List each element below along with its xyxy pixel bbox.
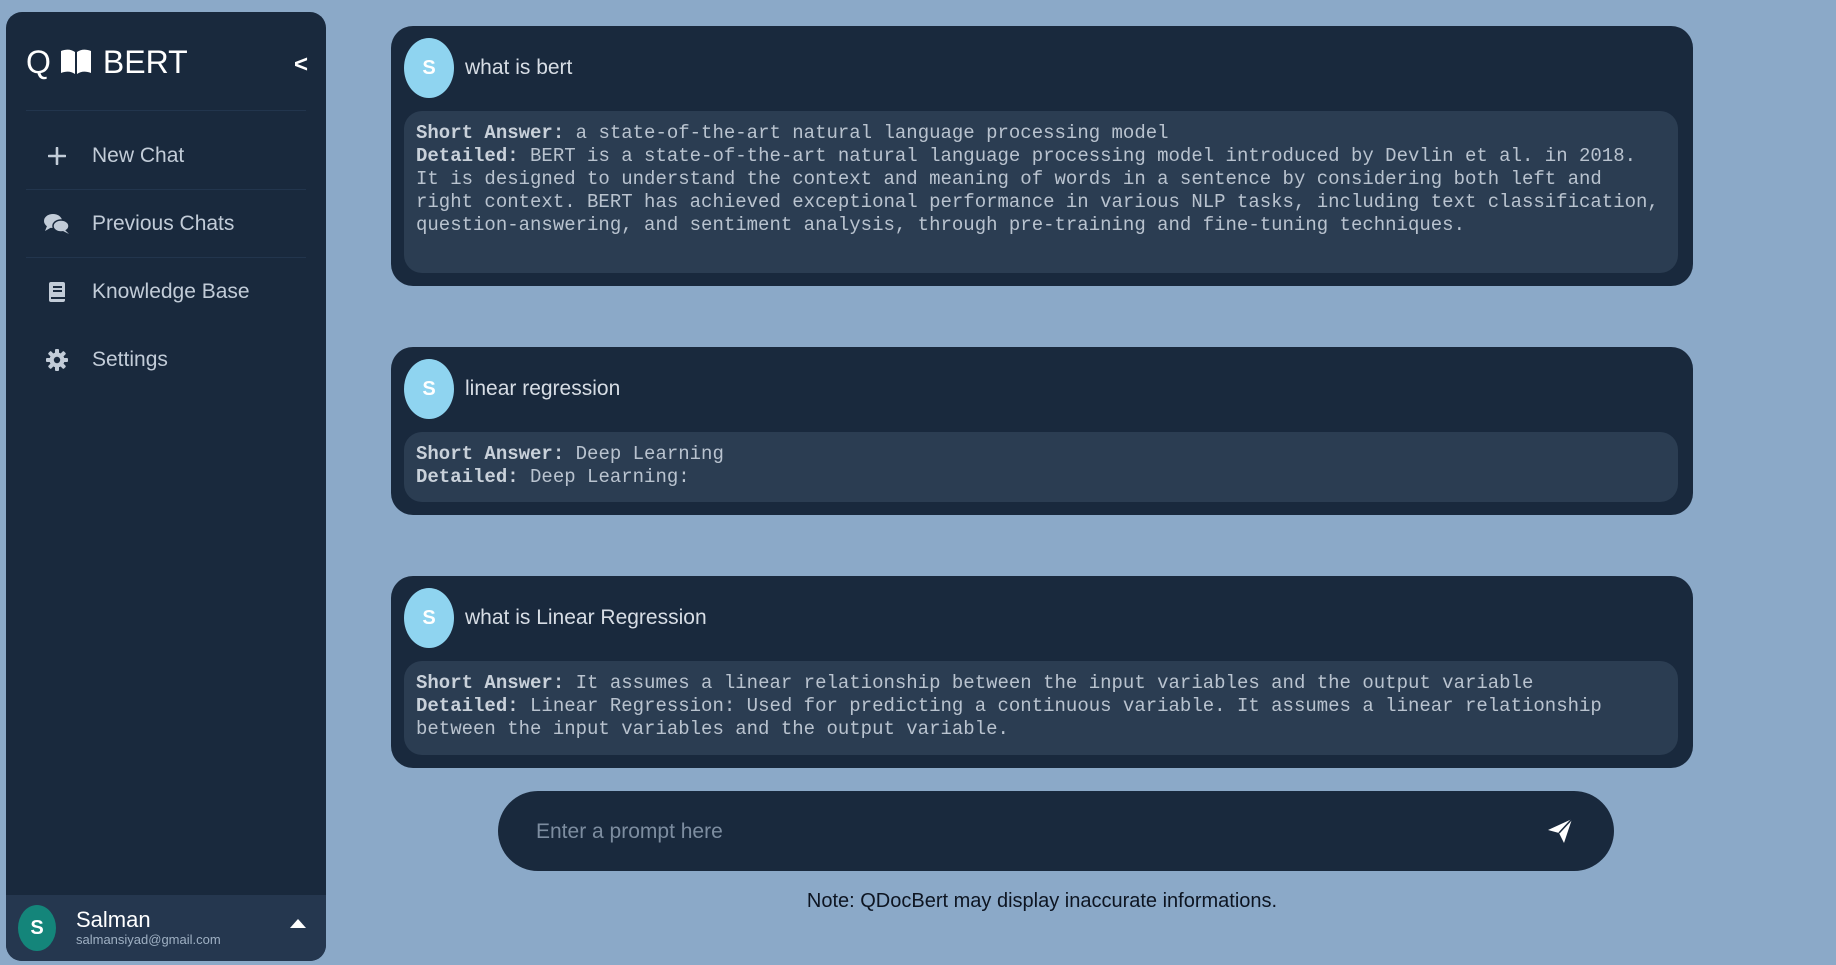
sidebar-item-previous-chats[interactable]: Previous Chats [6,190,326,258]
disclaimer-note: Note: QDocBert may display inaccurate in… [806,890,1278,912]
sidebar-item-label: Previous Chats [92,212,235,235]
chat-answer: Short Answer: Deep Learning Detailed: De… [404,432,1678,502]
sidebar-item-label: New Chat [92,144,185,167]
avatar: S [18,905,56,951]
chat-bubbles-icon [42,213,72,235]
book-icon [42,281,72,303]
open-book-icon [60,49,91,74]
brand-prefix: Q [26,43,51,80]
sidebar-nav: New Chat Previous Chats Knowledge Base S… [6,122,326,394]
sidebar-item-new-chat[interactable]: New Chat [6,122,326,190]
send-icon[interactable] [1546,817,1574,845]
sidebar-item-knowledge-base[interactable]: Knowledge Base [6,258,326,326]
prompt-bar [498,791,1614,873]
short-answer-label: Short Answer: [416,443,565,465]
short-answer-label: Short Answer: [416,122,565,144]
prompt-input[interactable] [534,791,1498,873]
chat-card: S what is bert Short Answer: a state-of-… [391,26,1693,286]
user-email: salmansiyad@gmail.com [76,932,221,947]
user-profile[interactable]: S Salman salmansiyad@gmail.com [6,895,326,961]
collapse-sidebar-button[interactable]: < [284,48,318,82]
sidebar-item-label: Knowledge Base [92,280,250,303]
brand-logo: Q BERT [26,42,188,82]
detailed-answer-text: BERT is a state-of-the-art natural langu… [416,145,1671,236]
chat-answer: Short Answer: It assumes a linear relati… [404,661,1678,755]
avatar: S [404,359,454,419]
sidebar-item-label: Settings [92,348,168,371]
short-answer-text: Deep Learning [564,443,724,465]
divider [26,110,306,111]
short-answer-label: Short Answer: [416,672,565,694]
chat-answer: Short Answer: a state-of-the-art natural… [404,111,1678,273]
detailed-answer-label: Detailed: [416,695,519,717]
chat-question: what is Linear Regression [465,606,707,629]
chat-card: S linear regression Short Answer: Deep L… [391,347,1693,515]
chat-question-header: S what is bert [404,38,572,98]
detailed-answer-text: Linear Regression: Used for predicting a… [416,695,1614,740]
user-name: Salman [76,907,151,932]
gear-icon [42,349,72,371]
chat-question-header: S linear regression [404,359,620,419]
plus-icon [42,147,72,165]
detailed-answer-label: Detailed: [416,145,519,167]
sidebar: Q BERT < New Chat Previous Chats Knowled… [6,12,326,961]
chat-question: linear regression [465,377,621,400]
chat-question: what is bert [465,56,573,79]
avatar: S [404,588,454,648]
chat-question-header: S what is Linear Regression [404,588,707,648]
brand-name: BERT [102,43,188,80]
chat-card: S what is Linear Regression Short Answer… [391,576,1693,768]
caret-up-icon[interactable] [290,919,306,928]
avatar: S [404,38,454,98]
sidebar-item-settings[interactable]: Settings [6,326,326,394]
short-answer-text: It assumes a linear relationship between… [564,672,1534,694]
detailed-answer-text: Deep Learning: [518,466,690,488]
detailed-answer-label: Detailed: [416,466,519,488]
user-info: Salman salmansiyad@gmail.com [76,908,221,948]
short-answer-text: a state-of-the-art natural language proc… [564,122,1169,144]
